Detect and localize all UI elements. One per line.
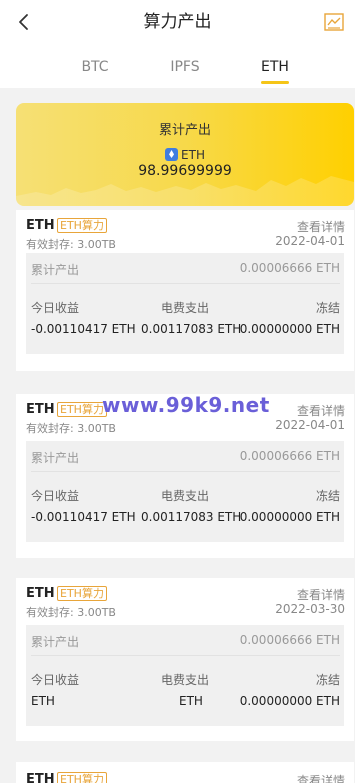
frozen-value: 0.00000000 ETH xyxy=(239,510,340,524)
today-income-label: 今日收益 xyxy=(31,673,80,687)
storage-info: 有效封存: 3.00TB xyxy=(26,238,116,251)
output-card: ETH ETH算力 查看详情 xyxy=(16,762,354,783)
ethereum-icon xyxy=(165,148,179,161)
today-income-value: -0.00110417 ETH xyxy=(31,510,136,524)
frozen-label: 冻结 xyxy=(315,301,340,315)
banner-title: 累计产出 xyxy=(158,123,211,138)
electricity-cost-label: 电费支出 xyxy=(161,673,210,687)
hashrate-tag: ETH算力 xyxy=(57,402,107,417)
frozen-label: 冻结 xyxy=(315,489,340,503)
cumulative-label: 累计产出 xyxy=(31,635,80,649)
output-card: ETH ETH算力 查看详情 2022-04-01 有效封存: 3.00TB 累… xyxy=(16,210,354,371)
card-coin: ETH xyxy=(26,586,55,601)
card-coin: ETH xyxy=(26,402,55,417)
output-card: ETH ETH算力 查看详情 2022-03-30 有效封存: 3.00TB 累… xyxy=(16,578,354,741)
card-coin: ETH xyxy=(26,772,55,783)
card-stats-panel: 累计产出 0.00006666 ETH 今日收益 电费支出 冻结 -0.0011… xyxy=(26,441,344,542)
total-output-banner: 累计产出 ETH 98.99699999 xyxy=(16,103,354,206)
frozen-value: 0.00000000 ETH xyxy=(239,694,340,708)
tab-ipfs[interactable]: IPFS xyxy=(155,44,215,90)
electricity-cost-value: ETH xyxy=(179,694,203,708)
banner-total-value: 98.99699999 xyxy=(138,163,232,179)
card-coin: ETH xyxy=(26,218,55,233)
active-tab-indicator xyxy=(261,81,289,84)
cumulative-value: 0.00006666 ETH xyxy=(239,261,340,275)
hashrate-tag: ETH算力 xyxy=(57,772,107,783)
tab-btc[interactable]: BTC xyxy=(65,44,125,90)
card-date: 2022-04-01 xyxy=(275,418,345,432)
page-title: 算力产出 xyxy=(143,12,212,32)
line-chart-icon[interactable] xyxy=(323,11,345,33)
cumulative-value: 0.00006666 ETH xyxy=(239,633,340,647)
card-stats-panel: 累计产出 0.00006666 ETH 今日收益 电费支出 冻结 ETH ETH… xyxy=(26,625,344,726)
electricity-cost-value: 0.00117083 ETH xyxy=(141,322,242,336)
card-stats-panel: 累计产出 0.00006666 ETH 今日收益 电费支出 冻结 -0.0011… xyxy=(26,253,344,354)
hashrate-tag: ETH算力 xyxy=(57,218,107,233)
banner-coin: ETH xyxy=(16,148,354,162)
view-details-link[interactable]: 查看详情 xyxy=(297,402,345,419)
view-details-link[interactable]: 查看详情 xyxy=(297,218,345,235)
storage-info: 有效封存: 3.00TB xyxy=(26,422,116,435)
electricity-cost-value: 0.00117083 ETH xyxy=(141,510,242,524)
storage-info: 有效封存: 3.00TB xyxy=(26,606,116,619)
frozen-value: 0.00000000 ETH xyxy=(239,322,340,336)
cumulative-label: 累计产出 xyxy=(31,263,80,277)
watermark: www.99k9.net xyxy=(102,393,270,417)
card-date: 2022-03-30 xyxy=(275,602,345,616)
card-date: 2022-04-01 xyxy=(275,234,345,248)
output-card: ETH ETH算力 查看详情 2022-04-01 有效封存: 3.00TB 累… xyxy=(16,394,354,558)
coin-tabs: BTC IPFS ETH xyxy=(0,44,355,88)
divider xyxy=(31,655,340,656)
today-income-value: ETH xyxy=(31,694,55,708)
top-bar: 算力产出 xyxy=(0,0,355,44)
divider xyxy=(31,471,340,472)
today-income-label: 今日收益 xyxy=(31,489,80,503)
view-details-link[interactable]: 查看详情 xyxy=(297,586,345,603)
hashrate-tag: ETH算力 xyxy=(57,586,107,601)
frozen-label: 冻结 xyxy=(315,673,340,687)
divider xyxy=(31,283,340,284)
electricity-cost-label: 电费支出 xyxy=(161,489,210,503)
banner-coin-label: ETH xyxy=(181,148,205,162)
cumulative-label: 累计产出 xyxy=(31,451,80,465)
cumulative-value: 0.00006666 ETH xyxy=(239,449,340,463)
view-details-link[interactable]: 查看详情 xyxy=(297,772,345,783)
today-income-value: -0.00110417 ETH xyxy=(31,322,136,336)
today-income-label: 今日收益 xyxy=(31,301,80,315)
electricity-cost-label: 电费支出 xyxy=(161,301,210,315)
